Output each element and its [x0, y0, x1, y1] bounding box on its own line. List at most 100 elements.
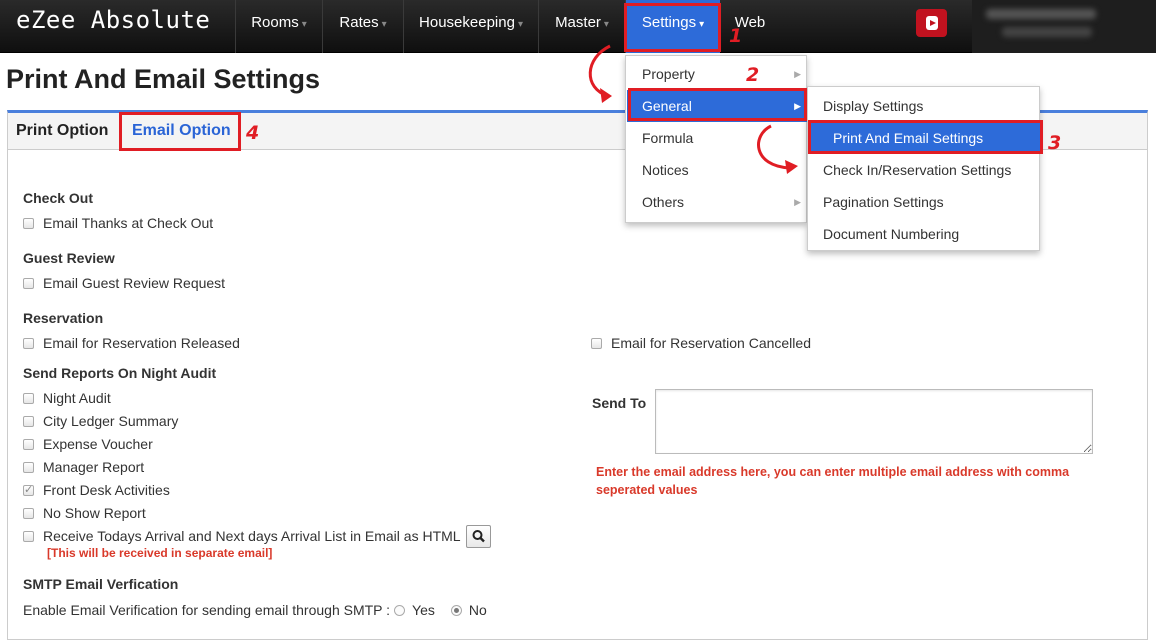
checkbox[interactable]: [23, 337, 34, 349]
menu-item-notices[interactable]: Notices: [627, 154, 807, 186]
checkbox-label: Email for Reservation Released: [43, 335, 240, 351]
tab-email-option[interactable]: Email Option: [132, 122, 231, 140]
checkbox-front-desk[interactable]: Front Desk Activities: [23, 482, 170, 498]
nav-label: Master: [555, 14, 601, 31]
top-navbar: eZee Absolute Rooms ▾ Rates ▾ Housekeeping…: [0, 0, 1156, 53]
smtp-label: Enable Email Verification for sending em…: [23, 602, 391, 618]
checkbox[interactable]: [23, 415, 34, 427]
checkbox-city-ledger[interactable]: City Ledger Summary: [23, 413, 178, 429]
nav-settings[interactable]: Settings ▾: [625, 0, 720, 53]
menu-item-label: Others: [642, 194, 685, 210]
checkbox-reservation-cancelled[interactable]: Email for Reservation Cancelled: [591, 335, 811, 351]
search-icon: [472, 530, 485, 543]
youtube-icon[interactable]: [916, 9, 947, 37]
nav-master[interactable]: Master ▾: [538, 0, 625, 53]
checkbox-label: Expense Voucher: [43, 436, 153, 452]
account-config-blurred: [1002, 27, 1092, 37]
menu-item-label: Notices: [642, 162, 689, 178]
caret-down-icon: ▾: [381, 19, 387, 30]
menu-item-label: Property: [642, 66, 695, 82]
section-heading-checkout: Check Out: [23, 190, 94, 206]
checkbox-guest-review[interactable]: Email Guest Review Request: [23, 275, 225, 291]
checkbox[interactable]: [23, 461, 34, 473]
general-submenu: Display Settings Print And Email Setting…: [807, 86, 1040, 251]
checkbox-expense-voucher[interactable]: Expense Voucher: [23, 436, 153, 452]
checkbox-checked[interactable]: [23, 483, 34, 496]
nav-housekeeping[interactable]: Housekeeping ▾: [403, 0, 538, 53]
caret-down-icon: ▾: [603, 19, 609, 30]
smtp-verification-row: Enable Email Verification for sending em…: [23, 602, 487, 618]
nav-label: Settings: [641, 14, 697, 31]
send-to-label: Send To: [592, 395, 647, 411]
chevron-right-icon: ▶: [794, 101, 801, 111]
checkbox-label: Email Guest Review Request: [43, 275, 226, 291]
menu-item-label: General: [642, 98, 692, 114]
preview-search-button[interactable]: [466, 525, 491, 548]
checkbox-label: Front Desk Activities: [43, 482, 170, 498]
menu-item-label: Formula: [642, 130, 694, 146]
checkbox-label: Receive Todays Arrival and Next days Arr…: [43, 528, 461, 544]
checkbox[interactable]: [23, 438, 34, 450]
account-name-blurred: [986, 9, 1096, 19]
nav-rooms[interactable]: Rooms ▾: [235, 0, 322, 53]
page-title: Print And Email Settings: [6, 64, 321, 94]
checkbox[interactable]: [23, 217, 34, 229]
section-heading-night-audit: Send Reports On Night Audit: [23, 365, 217, 381]
brand-logo[interactable]: eZee Absolute: [16, 6, 210, 34]
send-to-hint: Enter the email address here, you can en…: [596, 465, 1070, 497]
settings-dropdown: Property ▶ General ▶ Formula Notices Other…: [625, 55, 807, 223]
checkbox-label: Email for Reservation Cancelled: [611, 335, 811, 351]
section-heading-smtp: SMTP Email Verfication: [23, 576, 179, 592]
account-menu[interactable]: [972, 0, 1156, 53]
radio-yes-label: Yes: [412, 602, 435, 618]
checkbox-reservation-released[interactable]: Email for Reservation Released: [23, 335, 240, 351]
chevron-right-icon: ▶: [794, 197, 801, 207]
checkbox-no-show[interactable]: No Show Report: [23, 505, 146, 521]
caret-down-icon: ▾: [699, 19, 705, 30]
radio-no[interactable]: [450, 604, 462, 616]
checkbox-arrival-list[interactable]: Receive Todays Arrival and Next days Arr…: [23, 528, 461, 544]
checkbox[interactable]: [23, 277, 34, 289]
submenu-checkin-reservation-settings[interactable]: Check In/Reservation Settings: [809, 154, 1040, 186]
annotation-step-1: 1: [729, 25, 743, 47]
chevron-right-icon: ▶: [794, 69, 801, 79]
menu-item-others[interactable]: Others ▶: [627, 186, 807, 218]
arrow-head-icon: [600, 88, 612, 103]
radio-no-label: No: [468, 602, 487, 618]
send-to-textarea[interactable]: [655, 389, 1093, 454]
checkbox-label: Manager Report: [43, 459, 145, 475]
submenu-pagination-settings[interactable]: Pagination Settings: [809, 186, 1040, 218]
menu-item-property[interactable]: Property ▶: [627, 58, 807, 90]
annotation-step-4: 4: [246, 122, 260, 144]
nav-label: Rates: [339, 14, 379, 31]
submenu-display-settings[interactable]: Display Settings: [809, 90, 1040, 122]
checkbox-label: Email Thanks at Check Out: [43, 215, 214, 231]
annotation-arrow-1: [588, 44, 611, 98]
menu-item-formula[interactable]: Formula: [627, 122, 807, 154]
section-heading-reservation: Reservation: [23, 310, 104, 326]
separate-email-note: [This will be received in separate email…: [47, 546, 273, 560]
checkbox-manager-report[interactable]: Manager Report: [23, 459, 144, 475]
submenu-print-email-settings[interactable]: Print And Email Settings: [809, 122, 1040, 154]
checkbox[interactable]: [23, 507, 34, 519]
submenu-document-numbering[interactable]: Document Numbering: [809, 218, 1040, 250]
annotation-step-2: 2: [746, 64, 760, 86]
checkbox[interactable]: [23, 530, 34, 542]
radio-yes[interactable]: [394, 604, 406, 616]
checkbox[interactable]: [591, 337, 602, 349]
annotation-step-3: 3: [1048, 132, 1062, 154]
menu-item-general[interactable]: General ▶: [627, 90, 807, 122]
checkbox-email-thanks[interactable]: Email Thanks at Check Out: [23, 215, 213, 231]
checkbox-label: No Show Report: [43, 505, 146, 521]
nav-label: Rooms: [251, 14, 299, 31]
section-heading-guest-review: Guest Review: [23, 250, 115, 266]
nav-rates[interactable]: Rates ▾: [322, 0, 403, 53]
checkbox-label: City Ledger Summary: [43, 413, 179, 429]
nav-label: Housekeeping: [419, 14, 515, 31]
caret-down-icon: ▾: [301, 19, 307, 30]
checkbox-night-audit[interactable]: Night Audit: [23, 390, 111, 406]
checkbox-label: Night Audit: [43, 390, 111, 406]
tab-print-option[interactable]: Print Option: [16, 122, 108, 140]
checkbox[interactable]: [23, 392, 34, 404]
caret-down-icon: ▾: [517, 19, 523, 30]
